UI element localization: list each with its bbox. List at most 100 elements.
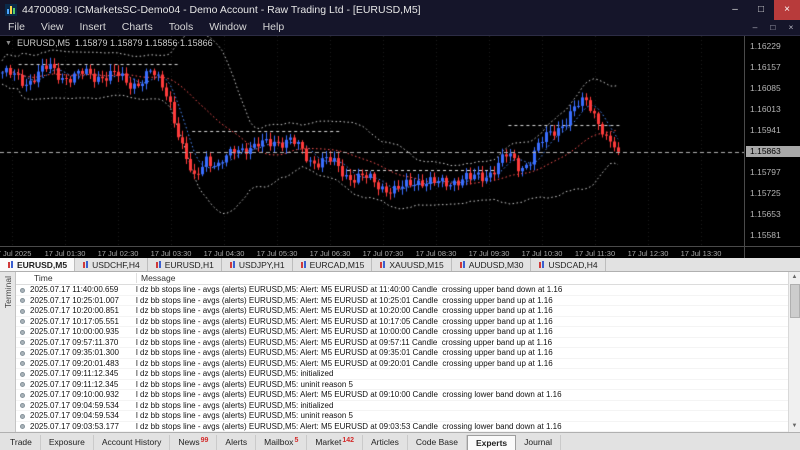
time-axis[interactable]: 17 Jul 202517 Jul 01:3017 Jul 02:3017 Ju… — [0, 246, 744, 258]
log-bullet-icon — [20, 361, 25, 366]
log-row[interactable]: 2025.07.17 09:57:11.370l dz bb stops lin… — [16, 338, 788, 349]
terminal-tab-news[interactable]: News99 — [170, 435, 217, 450]
log-row[interactable]: 2025.07.17 09:03:53.177l dz bb stops lin… — [16, 422, 788, 433]
log-bullet-icon — [20, 298, 25, 303]
time-tick: 17 Jul 03:30 — [151, 249, 192, 258]
log-row[interactable]: 2025.07.17 09:11:12.345l dz bb stops lin… — [16, 369, 788, 380]
log-message: l dz bb stops line - avgs (alerts) EURUS… — [136, 296, 553, 307]
terminal-tab-label: Exposure — [49, 437, 85, 447]
log-message: l dz bb stops line - avgs (alerts) EURUS… — [136, 390, 562, 401]
log-time: 2025.07.17 09:10:00.932 — [30, 390, 119, 401]
menu-view[interactable]: View — [33, 20, 72, 35]
chart-tab-candle-icon — [379, 261, 386, 269]
log-row[interactable]: 2025.07.17 10:17:05.551l dz bb stops lin… — [16, 317, 788, 328]
log-row[interactable]: 2025.07.17 09:35:01.300l dz bb stops lin… — [16, 348, 788, 359]
price-axis[interactable]: 1.15863 1.162291.161571.160851.160131.15… — [744, 36, 800, 246]
menu-file[interactable]: File — [0, 20, 33, 35]
menu-charts[interactable]: Charts — [114, 20, 161, 35]
menu-tools[interactable]: Tools — [161, 20, 202, 35]
time-tick: 17 Jul 10:30 — [522, 249, 563, 258]
chart-region: ▼ EURUSD,M5 1.15879 1.15879 1.15856 1.15… — [0, 36, 800, 258]
log-bullet-icon — [20, 382, 25, 387]
minimize-button[interactable]: – — [722, 0, 748, 20]
chart-tab-eurusd-m5[interactable]: EURUSD,M5 — [0, 258, 75, 271]
log-row[interactable]: 2025.07.17 10:20:00.851l dz bb stops lin… — [16, 306, 788, 317]
window-title: 44700089: ICMarketsSC-Demo04 - Demo Acco… — [22, 4, 722, 16]
chart-tab-candle-icon — [459, 261, 466, 269]
log-message: l dz bb stops line - avgs (alerts) EURUS… — [136, 285, 562, 296]
log-bullet-icon — [20, 288, 25, 293]
scrollbar-thumb[interactable] — [790, 284, 800, 318]
log-row[interactable]: 2025.07.17 09:10:00.932 l dz bb stops lin… — [16, 390, 788, 401]
log-row[interactable]: 2025.07.17 09:20:01.483 l dz bb stops lin… — [16, 359, 788, 370]
terminal-tab-label: Trade — [10, 437, 32, 447]
terminal-tabs-bar: Trade Exposure Account History News99 Alerts… — [0, 432, 800, 450]
menu-help[interactable]: Help — [255, 20, 293, 35]
log-row[interactable]: 2025.07.17 11:40:00.659l dz bb stops lin… — [16, 285, 788, 296]
chart-tab-audusd-m30[interactable]: AUDUSD,M30 — [452, 258, 532, 271]
log-time: 2025.07.17 09:04:59.534 — [30, 411, 119, 422]
terminal-tab-market[interactable]: Market142 — [307, 435, 363, 450]
child-restore-button[interactable]: □ — [764, 20, 782, 35]
terminal-tab-label: Experts — [476, 438, 507, 448]
terminal-panel: Terminal Time Message 2025.07.17 11:40:0… — [0, 272, 800, 432]
chart-tab-label: USDCHF,H4 — [92, 260, 140, 270]
chart-tab-eurusd-h1[interactable]: EURUSD,H1 — [148, 258, 222, 271]
terminal-tab-articles[interactable]: Articles — [363, 435, 408, 450]
scroll-down-icon[interactable]: ▼ — [789, 421, 800, 432]
terminal-tab-experts[interactable]: Experts — [467, 435, 516, 450]
menu-window[interactable]: Window — [201, 20, 254, 35]
chart-tab-usdjpy-h1[interactable]: USDJPY,H1 — [222, 258, 293, 271]
scroll-up-icon[interactable]: ▲ — [789, 272, 800, 283]
menu-insert[interactable]: Insert — [72, 20, 114, 35]
price-tick: 1.16085 — [750, 83, 781, 93]
chart-ohlc: 1.15879 1.15879 1.15856 1.15866 — [75, 38, 213, 48]
chart-tab-xauusd-m15[interactable]: XAUUSD,M15 — [372, 258, 451, 271]
log-bullet-icon — [20, 319, 25, 324]
price-chart[interactable] — [0, 36, 744, 246]
chart-tab-usdcad-h4[interactable]: USDCAD,H4 — [531, 258, 605, 271]
log-row[interactable]: 2025.07.17 09:04:59.534l dz bb stops lin… — [16, 401, 788, 412]
maximize-button[interactable]: □ — [748, 0, 774, 20]
log-row[interactable]: 2025.07.17 10:25:01.007 l dz bb stops lin… — [16, 296, 788, 307]
terminal-tab-exposure[interactable]: Exposure — [41, 435, 94, 450]
log-row[interactable]: 2025.07.17 09:04:59.534l dz bb stops lin… — [16, 411, 788, 422]
chart-tab-eurcad-m15[interactable]: EURCAD,M15 — [293, 258, 373, 271]
log-time: 2025.07.17 10:25:01.007 — [30, 296, 119, 307]
terminal-tab-mailbox[interactable]: Mailbox5 — [256, 435, 307, 450]
log-scrollbar[interactable]: ▲ ▼ — [788, 272, 800, 432]
log-time: 2025.07.17 09:11:12.345 — [30, 380, 118, 391]
log-row[interactable]: 2025.07.17 10:00:00.935l dz bb stops lin… — [16, 327, 788, 338]
chart-tab-usdchf-h4[interactable]: USDCHF,H4 — [75, 258, 148, 271]
child-close-button[interactable]: × — [782, 20, 800, 35]
terminal-tab-code-base[interactable]: Code Base — [408, 435, 467, 450]
log-time: 2025.07.17 10:00:00.935 — [30, 327, 119, 338]
log-message: l dz bb stops line - avgs (alerts) EURUS… — [136, 359, 553, 370]
chart-tabs-bar: EURUSD,M5 USDCHF,H4 EURUSD,H1USDJPY,H1EURC… — [0, 258, 800, 272]
log-message: l dz bb stops line - avgs (alerts) EURUS… — [136, 380, 353, 391]
terminal-tab-journal[interactable]: Journal — [516, 435, 561, 450]
terminal-tab-trade[interactable]: Trade — [2, 435, 41, 450]
log-message: l dz bb stops line - avgs (alerts) EURUS… — [136, 317, 553, 328]
terminal-tab-label: News — [178, 437, 199, 447]
current-price-label: 1.15863 — [746, 146, 800, 157]
chart-tab-candle-icon — [82, 261, 89, 269]
log-row[interactable]: 2025.07.17 09:11:12.345 l dz bb stops lin… — [16, 380, 788, 391]
chart-tab-candle-icon — [155, 261, 162, 269]
terminal-tab-alerts[interactable]: Alerts — [217, 435, 256, 450]
close-button[interactable]: × — [774, 0, 800, 20]
log-time: 2025.07.17 09:20:01.483 — [30, 359, 119, 370]
child-minimize-button[interactable]: – — [746, 20, 764, 35]
tab-badge: 142 — [342, 437, 354, 444]
price-tick: 1.16157 — [750, 62, 781, 72]
log-time: 2025.07.17 09:03:53.177 — [30, 422, 119, 433]
terminal-tab-label: Alerts — [225, 437, 247, 447]
terminal-tab-label: Account History — [102, 437, 162, 447]
terminal-tab-account-history[interactable]: Account History — [94, 435, 171, 450]
mt5-window: 44700089: ICMarketsSC-Demo04 - Demo Acco… — [0, 0, 800, 450]
terminal-tab-label: Code Base — [416, 437, 458, 447]
time-tick: 17 Jul 07:30 — [363, 249, 404, 258]
log-message: l dz bb stops line - avgs (alerts) EURUS… — [136, 401, 333, 412]
log-bullet-icon — [20, 330, 25, 335]
terminal-side-caption: Terminal — [0, 272, 16, 432]
